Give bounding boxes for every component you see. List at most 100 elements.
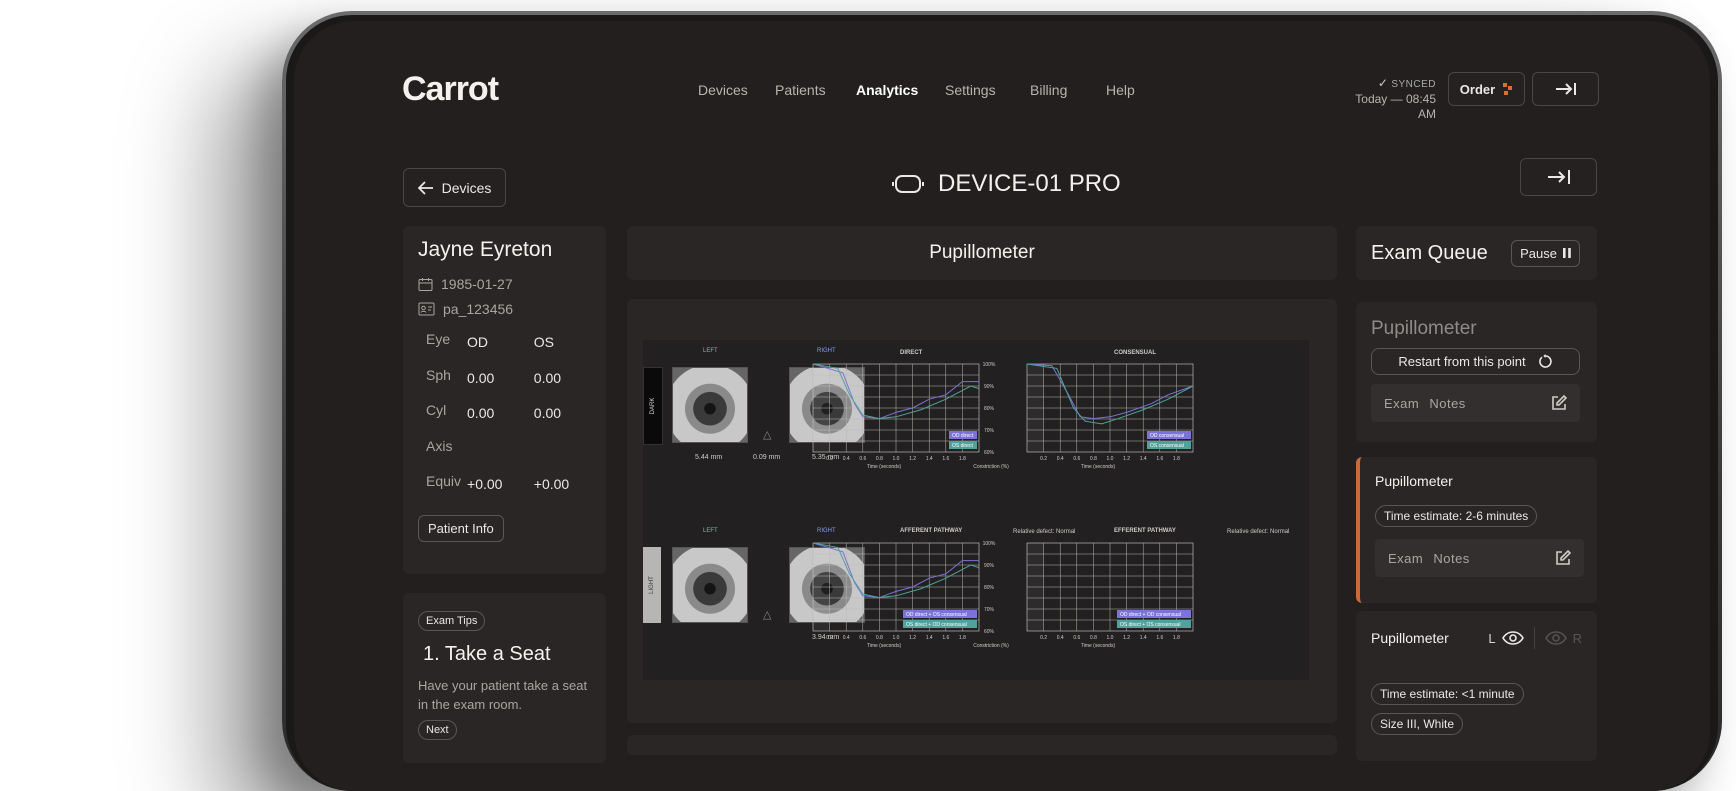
y-tick-label: 90%	[984, 384, 995, 390]
edit-icon	[1556, 549, 1572, 565]
tip-step-number: 1.	[423, 643, 440, 665]
patient-info-button[interactable]: Patient Info	[418, 514, 504, 542]
legend-label: OS direct	[952, 443, 973, 449]
nav-analytics[interactable]: Analytics	[856, 82, 918, 98]
pause-icon	[1563, 248, 1571, 258]
eye-icon[interactable]	[1544, 631, 1567, 645]
collapse-queue-button[interactable]	[1520, 158, 1597, 196]
x-tick-label: 1.6	[942, 635, 949, 641]
rx-row: Equiv +0.00 +0.00	[426, 473, 570, 492]
collapse-right-icon	[1547, 170, 1570, 184]
calendar-icon	[418, 277, 433, 291]
sync-status: ✓ SYNCED Today — 08:45 AM	[1338, 76, 1436, 122]
queue-item-title: Pupillometer	[1371, 630, 1449, 646]
next-tip-button[interactable]: Next	[418, 720, 457, 740]
x-tick-label: 1.6	[1156, 635, 1163, 641]
device-title: DEVICE-01 PRO	[892, 170, 1121, 198]
queue-item: Pupillometer Restart from this point Exa…	[1356, 302, 1597, 442]
pupillometer-header: Pupillometer	[627, 226, 1337, 280]
y-tick-label: 80%	[984, 406, 995, 412]
baseline-shade	[813, 364, 830, 452]
x-tick-label: 1.4	[926, 635, 933, 641]
pupillometer-title: Pupillometer	[929, 242, 1035, 263]
eye-icon[interactable]	[1501, 631, 1524, 645]
exam-notes-button[interactable]: Exam Notes	[1375, 539, 1584, 577]
nav-devices[interactable]: Devices	[698, 82, 748, 98]
legend-label: OD consensual	[1150, 433, 1184, 439]
y-tick-label: 90%	[984, 563, 995, 569]
y-tick-label: 100%	[983, 541, 996, 547]
x-tick-label: 0.2	[826, 456, 833, 462]
x-tick-label: 1.0	[1107, 635, 1114, 641]
patient-card: Jayne Eyreton 1985-01-27 pa_123456 Eye O…	[403, 226, 606, 574]
tip-text: Have your patient take a seat in the exa…	[418, 678, 588, 712]
patient-id: pa_123456	[443, 301, 514, 317]
queue-item: Pupillometer L R Time estimate: <1 minut…	[1356, 611, 1597, 761]
exam-queue-title: Exam Queue	[1371, 241, 1488, 264]
x-tick-label: 0.6	[859, 635, 866, 641]
nav-patients[interactable]: Patients	[775, 82, 826, 98]
restart-from-point-button[interactable]: Restart from this point	[1371, 348, 1580, 375]
divider	[1533, 627, 1535, 649]
legend-label: OD direct	[952, 433, 974, 439]
nav-settings[interactable]: Settings	[945, 82, 996, 98]
y-axis-label: Constriction (%)	[973, 464, 1009, 470]
y-tick-label: 70%	[984, 607, 995, 613]
y-tick-label: 60%	[984, 450, 995, 456]
x-tick-label: 1.8	[1173, 635, 1180, 641]
x-tick-label: 1.4	[926, 456, 933, 462]
x-tick-label: 0.4	[1057, 635, 1064, 641]
exam-notes-label: Exam Notes	[1384, 395, 1466, 411]
order-label: Order	[1459, 81, 1496, 97]
time-estimate-badge: Time estimate: 2-6 minutes	[1375, 505, 1538, 527]
x-tick-label: 0.4	[843, 456, 850, 462]
stimulus-size-badge: Size III, White	[1371, 713, 1464, 735]
exam-queue-header: Exam Queue Pause	[1356, 226, 1597, 280]
pause-button[interactable]: Pause	[1511, 239, 1580, 267]
arrow-left-icon	[417, 180, 433, 195]
order-icon	[1503, 83, 1513, 95]
prescription-table: Eye OD OS Sph 0.00 0.00 Cyl 0.00 0.00 Ax…	[418, 331, 591, 509]
x-tick-label: 0.2	[1040, 635, 1047, 641]
legend-label: OD direct + OS consensual	[906, 612, 967, 618]
sync-time: Today — 08:45 AM	[1355, 92, 1436, 121]
x-tick-label: 1.0	[1107, 456, 1114, 462]
device-name: DEVICE-01 PRO	[938, 170, 1121, 197]
x-tick-label: 0.6	[1073, 456, 1080, 462]
x-tick-label: 0.6	[1073, 635, 1080, 641]
y-tick-label: 100%	[983, 362, 996, 368]
back-to-devices-button[interactable]: Devices	[403, 168, 506, 207]
tip-title: 1. Take a Seat	[423, 643, 591, 666]
legend-label: OD direct + OD consensual	[1120, 612, 1181, 618]
collapse-panel-button[interactable]	[1532, 72, 1599, 106]
sync-label: SYNCED	[1391, 79, 1436, 90]
x-tick-label: 1.0	[893, 635, 900, 641]
x-tick-label: 0.2	[826, 635, 833, 641]
app-logo[interactable]: Carrot	[402, 70, 499, 109]
rx-row: Sph 0.00 0.00	[426, 366, 562, 386]
x-tick-label: 0.8	[876, 456, 883, 462]
rx-row: Axis	[426, 437, 453, 454]
order-button[interactable]: Order	[1448, 72, 1525, 106]
tip-heading: Take a Seat	[444, 643, 551, 665]
patient-dob: 1985-01-27	[441, 276, 513, 292]
x-tick-label: 1.2	[909, 635, 916, 641]
queue-item-title: Pupillometer	[1375, 473, 1453, 489]
edit-icon	[1552, 394, 1568, 410]
next-panel	[627, 735, 1337, 755]
collapse-right-icon	[1555, 83, 1576, 95]
queue-item-title: Pupillometer	[1371, 318, 1477, 339]
patient-id-row: pa_123456	[418, 301, 591, 317]
y-tick-label: 60%	[984, 629, 995, 635]
x-tick-label: 1.6	[942, 456, 949, 462]
pause-label: Pause	[1520, 245, 1557, 261]
nav-help[interactable]: Help	[1106, 82, 1135, 98]
y-tick-label: 70%	[984, 428, 995, 434]
check-icon: ✓	[1377, 76, 1388, 90]
nav-billing[interactable]: Billing	[1030, 82, 1067, 98]
left-eye-label: L	[1488, 630, 1496, 646]
headset-icon	[892, 175, 924, 193]
x-axis-label: Time (seconds)	[867, 643, 902, 649]
exam-notes-button[interactable]: Exam Notes	[1371, 384, 1580, 422]
x-tick-label: 1.8	[959, 456, 966, 462]
